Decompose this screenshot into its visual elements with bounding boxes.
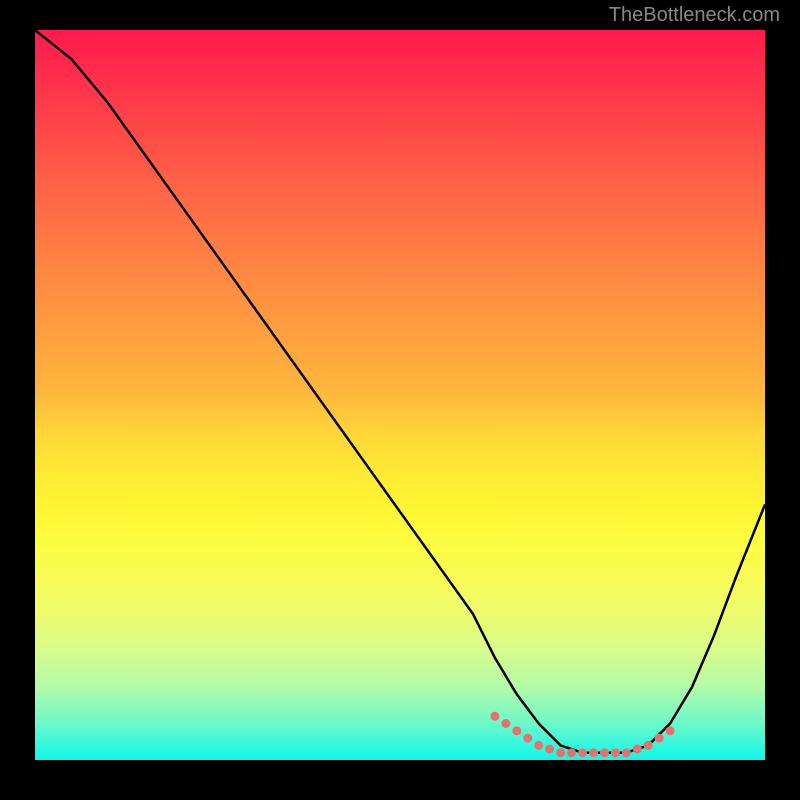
optimal-dot xyxy=(490,712,499,721)
optimal-dot xyxy=(556,748,565,757)
optimal-dot xyxy=(666,726,675,735)
optimal-dot xyxy=(611,748,620,757)
chart-dotted-region xyxy=(490,712,674,758)
optimal-dot xyxy=(567,748,576,757)
attribution-text: TheBottleneck.com xyxy=(609,4,780,27)
optimal-dot xyxy=(589,748,598,757)
optimal-dot xyxy=(622,748,631,757)
chart-curve xyxy=(35,30,765,753)
optimal-dot xyxy=(578,748,587,757)
optimal-dot xyxy=(644,741,653,750)
optimal-dot xyxy=(501,719,510,728)
chart-plot-area xyxy=(35,30,765,760)
optimal-dot xyxy=(655,734,664,743)
chart-svg-overlay xyxy=(35,30,765,760)
optimal-dot xyxy=(633,745,642,754)
optimal-dot xyxy=(523,734,532,743)
optimal-dot xyxy=(512,726,521,735)
optimal-dot xyxy=(534,741,543,750)
optimal-dot xyxy=(600,748,609,757)
optimal-dot xyxy=(545,745,554,754)
